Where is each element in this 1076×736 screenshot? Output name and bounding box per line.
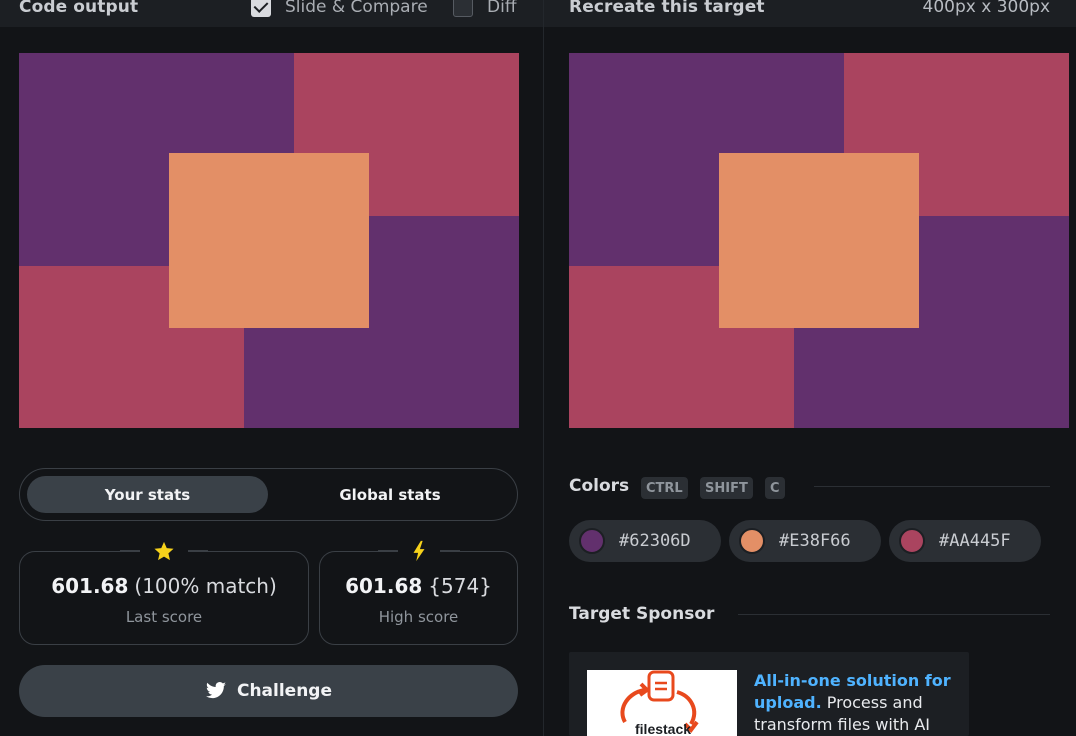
filestack-logo[interactable]: filestack — [587, 670, 737, 736]
tab-your-stats[interactable]: Your stats — [27, 476, 268, 513]
logo-wordmark: filestack — [635, 721, 691, 736]
swatch-purple[interactable]: #62306D — [569, 520, 721, 562]
code-output-header: Code output Slide & Compare Diff — [0, 0, 543, 27]
sponsor-description: All-in-one solution for upload. Process … — [754, 670, 954, 736]
tab-global-stats[interactable]: Global stats — [270, 476, 510, 513]
high-score-value: 601.68 — [345, 574, 423, 598]
sponsor-card[interactable]: filestack All-in-one solution for upload… — [569, 652, 969, 736]
target-size: 400px x 300px — [922, 0, 1050, 17]
diff-label[interactable]: Diff — [487, 0, 517, 17]
swatch-hex: #AA445F — [939, 531, 1011, 551]
target-panel: Recreate this target 400px x 300px Color… — [544, 0, 1076, 736]
slide-compare-label[interactable]: Slide & Compare — [285, 0, 428, 17]
last-score-value: 601.68 — [51, 574, 129, 598]
art-block-orange — [169, 153, 369, 328]
swatch-hex: #E38F66 — [779, 531, 851, 551]
last-score-card: 601.68 (100% match) Last score — [19, 539, 309, 645]
challenge-label: Challenge — [236, 681, 333, 701]
swatch-red[interactable]: #AA445F — [889, 520, 1041, 562]
code-output-title: Code output — [19, 0, 139, 17]
sponsor-divider — [738, 614, 1050, 615]
high-score-card: 601.68 {574} High score — [319, 539, 518, 645]
kbd-ctrl: CTRL — [641, 477, 688, 499]
stats-toggle: Your stats Global stats — [19, 468, 518, 521]
target-canvas[interactable] — [569, 53, 1069, 428]
swatch-dot — [739, 528, 765, 554]
colors-divider — [814, 486, 1050, 487]
swatch-dot — [899, 528, 925, 554]
kbd-c: C — [765, 477, 785, 499]
code-output-panel: Code output Slide & Compare Diff Your st… — [0, 0, 543, 736]
sponsor-title: Target Sponsor — [569, 604, 715, 624]
twitter-icon — [205, 682, 227, 700]
high-score-label: High score — [378, 608, 459, 626]
star-icon — [120, 539, 208, 563]
diff-checkbox[interactable] — [453, 0, 473, 17]
last-score-match: (100% match) — [134, 574, 277, 598]
target-header: Recreate this target 400px x 300px — [544, 0, 1076, 27]
swatch-orange[interactable]: #E38F66 — [729, 520, 881, 562]
slide-compare-checkbox[interactable] — [251, 0, 271, 17]
target-block-orange — [719, 153, 919, 328]
high-score-global: {574} — [428, 574, 492, 598]
swatch-dot — [579, 528, 605, 554]
code-output-canvas[interactable] — [19, 53, 519, 428]
swatch-hex: #62306D — [619, 531, 691, 551]
kbd-shift: SHIFT — [700, 477, 753, 499]
target-title: Recreate this target — [569, 0, 765, 17]
challenge-button[interactable]: Challenge — [19, 665, 518, 717]
lightning-icon — [377, 539, 460, 563]
last-score-label: Last score — [125, 608, 203, 626]
colors-title: Colors — [569, 476, 630, 496]
